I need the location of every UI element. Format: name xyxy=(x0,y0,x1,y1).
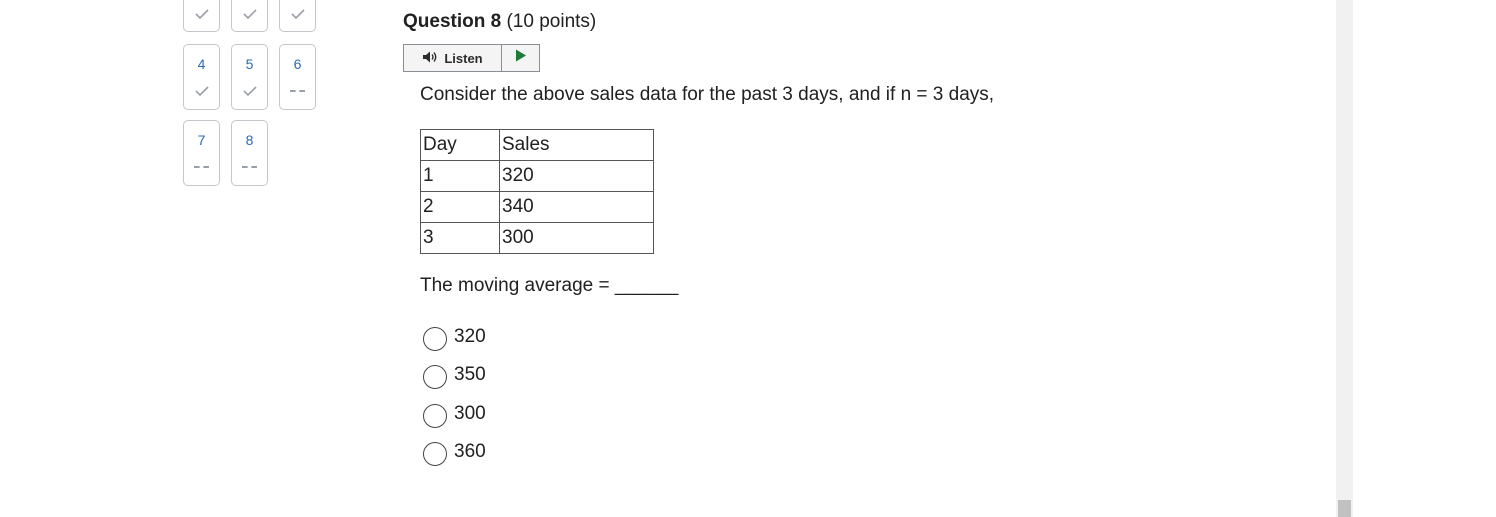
scrollbar-thumb[interactable] xyxy=(1338,500,1351,517)
table-cell: 2 xyxy=(420,191,500,223)
question-points: (10 points) xyxy=(506,11,597,32)
radio-button[interactable] xyxy=(423,442,447,466)
nav-question-1[interactable] xyxy=(183,0,220,32)
radio-button[interactable] xyxy=(423,365,447,389)
option-label: 350 xyxy=(454,364,486,385)
option-label: 360 xyxy=(454,441,486,462)
listen-widget: Listen xyxy=(403,44,540,72)
option-label: 320 xyxy=(454,326,486,347)
check-icon xyxy=(232,6,267,22)
nav-number: 8 xyxy=(245,132,254,148)
table-row: 3 300 xyxy=(420,222,654,254)
table-row: 2 340 xyxy=(420,191,654,223)
vertical-scrollbar[interactable] xyxy=(1336,0,1353,517)
nav-question-4[interactable]: 4 xyxy=(183,44,220,110)
check-icon xyxy=(280,6,315,22)
question-heading: Question 8 (10 points) xyxy=(403,11,596,33)
table-cell: 300 xyxy=(499,222,654,254)
nav-question-3[interactable] xyxy=(279,0,316,32)
table-header: Day xyxy=(420,129,500,161)
unanswered-dash-icon xyxy=(184,159,219,175)
table-header: Sales xyxy=(499,129,654,161)
table-cell: 320 xyxy=(499,160,654,192)
option-2[interactable]: 350 xyxy=(423,361,486,389)
nav-number: 4 xyxy=(197,56,206,72)
nav-number: 7 xyxy=(197,132,206,148)
option-3[interactable]: 300 xyxy=(423,400,486,428)
play-icon xyxy=(515,49,527,67)
radio-button[interactable] xyxy=(423,327,447,351)
check-icon xyxy=(232,83,267,99)
check-icon xyxy=(184,83,219,99)
table-header-row: Day Sales xyxy=(420,129,654,161)
moving-average-text: The moving average = ______ xyxy=(420,275,679,296)
radio-button[interactable] xyxy=(423,404,447,428)
listen-label: Listen xyxy=(444,50,483,66)
nav-question-8[interactable]: 8 xyxy=(231,120,268,186)
table-row: 1 320 xyxy=(420,160,654,192)
nav-question-2[interactable] xyxy=(231,0,268,32)
nav-question-5[interactable]: 5 xyxy=(231,44,268,110)
sales-table: Day Sales 1 320 2 340 3 300 xyxy=(420,129,654,254)
unanswered-dash-icon xyxy=(232,159,267,175)
table-cell: 1 xyxy=(420,160,500,192)
nav-number: 6 xyxy=(293,56,302,72)
unanswered-dash-icon xyxy=(280,83,315,99)
nav-number: 5 xyxy=(245,56,254,72)
option-4[interactable]: 360 xyxy=(423,438,486,466)
listen-button[interactable]: Listen xyxy=(404,45,502,71)
play-button[interactable] xyxy=(502,45,539,71)
option-1[interactable]: 320 xyxy=(423,323,486,351)
question-prompt: Consider the above sales data for the pa… xyxy=(420,84,995,105)
nav-question-7[interactable]: 7 xyxy=(183,120,220,186)
table-cell: 340 xyxy=(499,191,654,223)
table-cell: 3 xyxy=(420,222,500,254)
nav-question-6[interactable]: 6 xyxy=(279,44,316,110)
speaker-icon xyxy=(422,50,440,67)
option-label: 300 xyxy=(454,403,486,424)
question-title: Question 8 xyxy=(403,11,502,32)
check-icon xyxy=(184,6,219,22)
